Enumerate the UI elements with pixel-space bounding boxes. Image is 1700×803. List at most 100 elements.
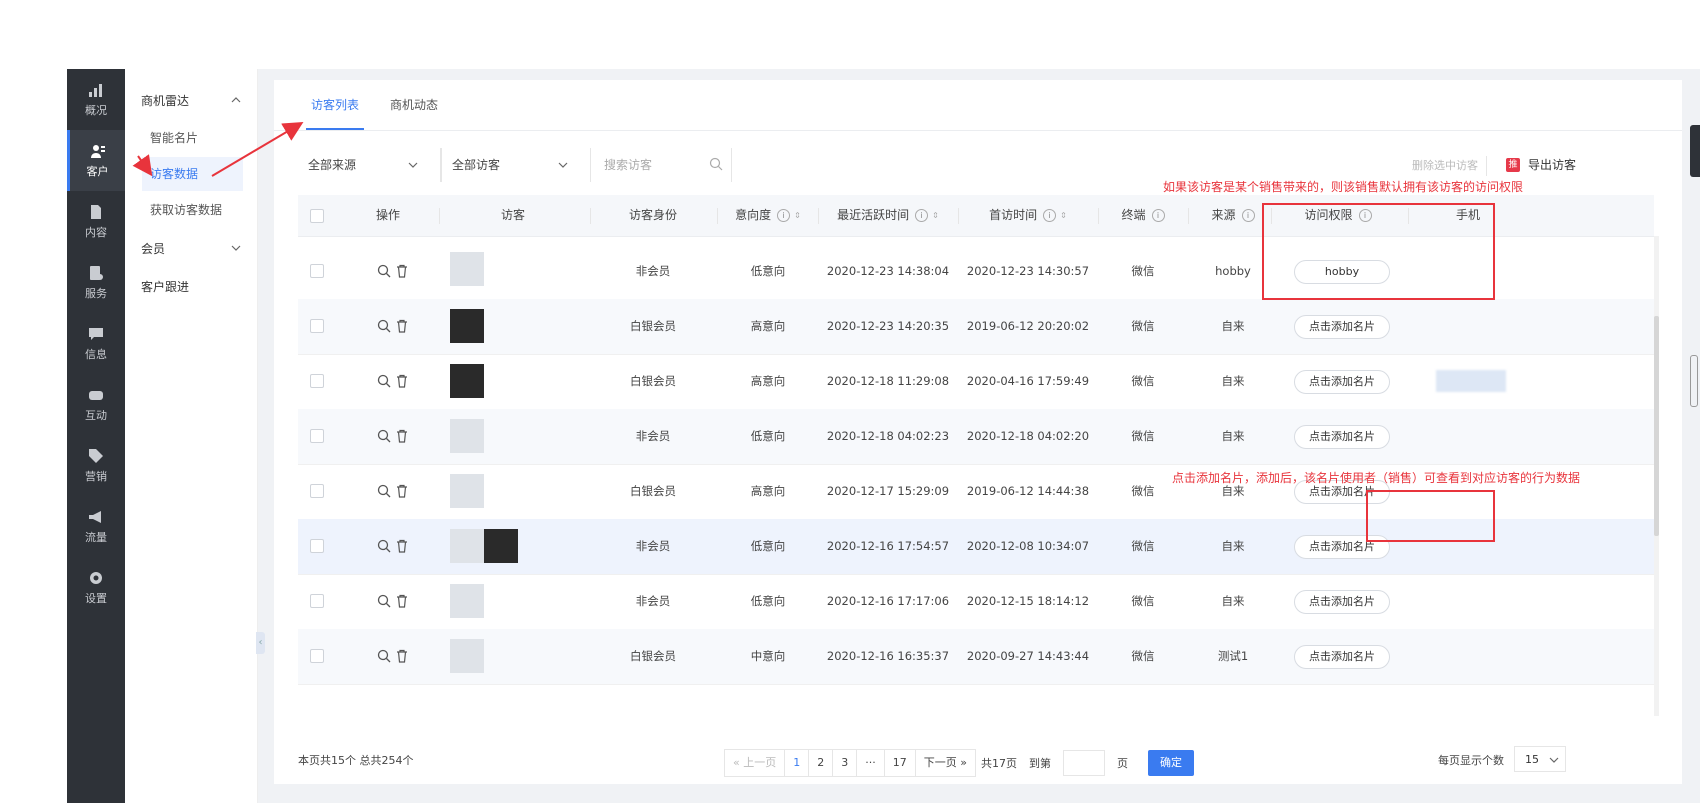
row-actions bbox=[377, 538, 417, 554]
search-input[interactable]: 搜索访客 bbox=[598, 148, 732, 182]
search-icon[interactable] bbox=[377, 429, 391, 443]
nav-item-customer[interactable]: 客户 bbox=[67, 130, 125, 191]
table-row[interactable]: 非会员 低意向 2020-12-16 17:17:06 2020-12-15 1… bbox=[298, 574, 1654, 630]
chevron-down-icon bbox=[1549, 757, 1559, 763]
add-card-button[interactable]: 点击添加名片 bbox=[1294, 370, 1390, 394]
page-17-button[interactable]: 17 bbox=[883, 749, 916, 777]
row-checkbox[interactable] bbox=[310, 649, 324, 663]
next-page-button[interactable]: 下一页 » bbox=[914, 749, 976, 777]
search-icon[interactable] bbox=[377, 594, 391, 608]
table-row[interactable]: 非会员 低意向 2020-12-18 04:02:23 2020-12-18 0… bbox=[298, 409, 1654, 465]
trash-icon[interactable] bbox=[395, 649, 409, 663]
col-intent-label: 意向度 bbox=[735, 208, 772, 222]
tab-visitor-list[interactable]: 访客列表 bbox=[306, 80, 364, 130]
nav-item-message[interactable]: 信息 bbox=[67, 313, 125, 374]
col-source: 来源 i bbox=[1193, 195, 1273, 236]
row-checkbox[interactable] bbox=[310, 594, 324, 608]
visitor-select[interactable]: 全部访客 bbox=[441, 148, 591, 182]
nav-item-overview[interactable]: 概况 bbox=[67, 69, 125, 130]
row-checkbox[interactable] bbox=[310, 429, 324, 443]
search-icon[interactable] bbox=[377, 319, 391, 333]
page-ellipsis[interactable]: ··· bbox=[856, 749, 885, 777]
sort-icon[interactable]: ⇕ bbox=[794, 195, 801, 236]
chevron-down-icon bbox=[408, 162, 418, 168]
intent-cell: 中意向 bbox=[750, 649, 786, 663]
avatar bbox=[450, 529, 484, 563]
phone-redacted bbox=[1436, 370, 1506, 392]
source-select[interactable]: 全部来源 bbox=[298, 148, 441, 182]
first-visit-cell: 2020-09-27 14:43:44 bbox=[966, 649, 1090, 663]
info-icon: i bbox=[1241, 209, 1255, 222]
row-checkbox[interactable] bbox=[310, 374, 324, 388]
sort-icon[interactable]: ⇕ bbox=[1060, 195, 1067, 236]
row-checkbox[interactable] bbox=[310, 319, 324, 333]
search-icon[interactable] bbox=[377, 264, 391, 278]
table-row[interactable]: 白银会员 高意向 2020-12-23 14:20:35 2019-06-12 … bbox=[298, 299, 1654, 355]
last-active-cell: 2020-12-23 14:20:35 bbox=[826, 319, 950, 333]
chevron-up-icon bbox=[231, 97, 241, 103]
identity-cell: 白银会员 bbox=[630, 484, 676, 498]
sort-icon[interactable]: ⇕ bbox=[932, 195, 939, 236]
per-page-select[interactable]: 15 bbox=[1514, 746, 1566, 772]
col-last-active[interactable]: 最近活跃时间 i ⇕ bbox=[823, 195, 953, 236]
export-button[interactable]: 推 导出访客 bbox=[1506, 153, 1576, 177]
sub-item-smart-card[interactable]: 智能名片 bbox=[125, 119, 257, 157]
sub-group-follow-up[interactable]: 客户跟进 bbox=[125, 267, 257, 305]
nav-item-interact[interactable]: 互动 bbox=[67, 374, 125, 435]
row-checkbox[interactable] bbox=[310, 539, 324, 553]
confirm-button[interactable]: 确定 bbox=[1147, 750, 1194, 776]
page-3-button[interactable]: 3 bbox=[832, 749, 858, 777]
message-icon bbox=[89, 327, 103, 340]
trash-icon[interactable] bbox=[395, 594, 409, 608]
source-cell: 自来 bbox=[1221, 594, 1245, 608]
table-row[interactable]: 白银会员 高意向 2020-12-18 11:29:08 2020-04-16 … bbox=[298, 354, 1654, 410]
search-icon[interactable] bbox=[377, 539, 391, 553]
table-row[interactable]: 白银会员 中意向 2020-12-16 16:35:37 2020-09-27 … bbox=[298, 629, 1654, 685]
trash-icon[interactable] bbox=[395, 429, 409, 443]
search-placeholder: 搜索访客 bbox=[604, 158, 653, 172]
row-checkbox[interactable] bbox=[310, 264, 324, 278]
page-1-button[interactable]: 1 bbox=[784, 749, 810, 777]
search-icon[interactable] bbox=[377, 484, 391, 498]
trash-icon[interactable] bbox=[395, 484, 409, 498]
add-card-button[interactable]: 点击添加名片 bbox=[1294, 425, 1390, 449]
nav-item-settings[interactable]: 设置 bbox=[67, 557, 125, 618]
search-icon[interactable] bbox=[377, 649, 391, 663]
delete-selected-button[interactable]: 删除选中访客 bbox=[1404, 156, 1487, 176]
add-card-button[interactable]: 点击添加名片 bbox=[1294, 590, 1390, 614]
sub-item-get-visitor-data[interactable]: 获取访客数据 bbox=[125, 191, 257, 229]
col-terminal-label: 终端 bbox=[1121, 208, 1146, 222]
scrollbar-thumb[interactable] bbox=[1654, 316, 1659, 536]
prev-page-button[interactable]: « 上一页 bbox=[724, 749, 786, 777]
sub-group-radar[interactable]: 商机雷达 bbox=[125, 81, 257, 119]
col-intent[interactable]: 意向度 i ⇕ bbox=[718, 195, 818, 236]
sub-group-member[interactable]: 会员 bbox=[125, 229, 257, 267]
search-icon[interactable] bbox=[377, 374, 391, 388]
add-card-button[interactable]: 点击添加名片 bbox=[1294, 315, 1390, 339]
identity-cell: 非会员 bbox=[635, 539, 671, 553]
table-scrollbar[interactable] bbox=[1654, 236, 1659, 716]
nav-label: 设置 bbox=[85, 591, 107, 605]
page-2-button[interactable]: 2 bbox=[808, 749, 834, 777]
trash-icon[interactable] bbox=[395, 264, 409, 278]
column-divider bbox=[590, 208, 591, 224]
sub-item-visitor-data[interactable]: 访客数据 bbox=[142, 157, 243, 191]
trash-icon[interactable] bbox=[395, 539, 409, 553]
add-card-button[interactable]: 点击添加名片 bbox=[1294, 645, 1390, 669]
tab-opportunity-feed[interactable]: 商机动态 bbox=[384, 80, 444, 130]
trash-icon[interactable] bbox=[395, 319, 409, 333]
terminal-cell: 微信 bbox=[1131, 374, 1155, 388]
nav-item-content[interactable]: 内容 bbox=[67, 191, 125, 252]
goto-page-input[interactable] bbox=[1062, 750, 1105, 776]
nav-item-marketing[interactable]: 营销 bbox=[67, 435, 125, 496]
nav-item-traffic[interactable]: 流量 bbox=[67, 496, 125, 557]
intent-cell: 低意向 bbox=[750, 594, 786, 608]
nav-item-service[interactable]: 服务 bbox=[67, 252, 125, 313]
gamepad-icon bbox=[89, 390, 103, 400]
trash-icon[interactable] bbox=[395, 374, 409, 388]
last-active-cell: 2020-12-18 11:29:08 bbox=[826, 374, 950, 388]
col-first-visit[interactable]: 首访时间 i ⇕ bbox=[963, 195, 1093, 236]
collapse-sidebar-handle[interactable]: ‹ bbox=[256, 632, 265, 654]
row-checkbox[interactable] bbox=[310, 484, 324, 498]
select-all-checkbox[interactable] bbox=[310, 209, 324, 223]
